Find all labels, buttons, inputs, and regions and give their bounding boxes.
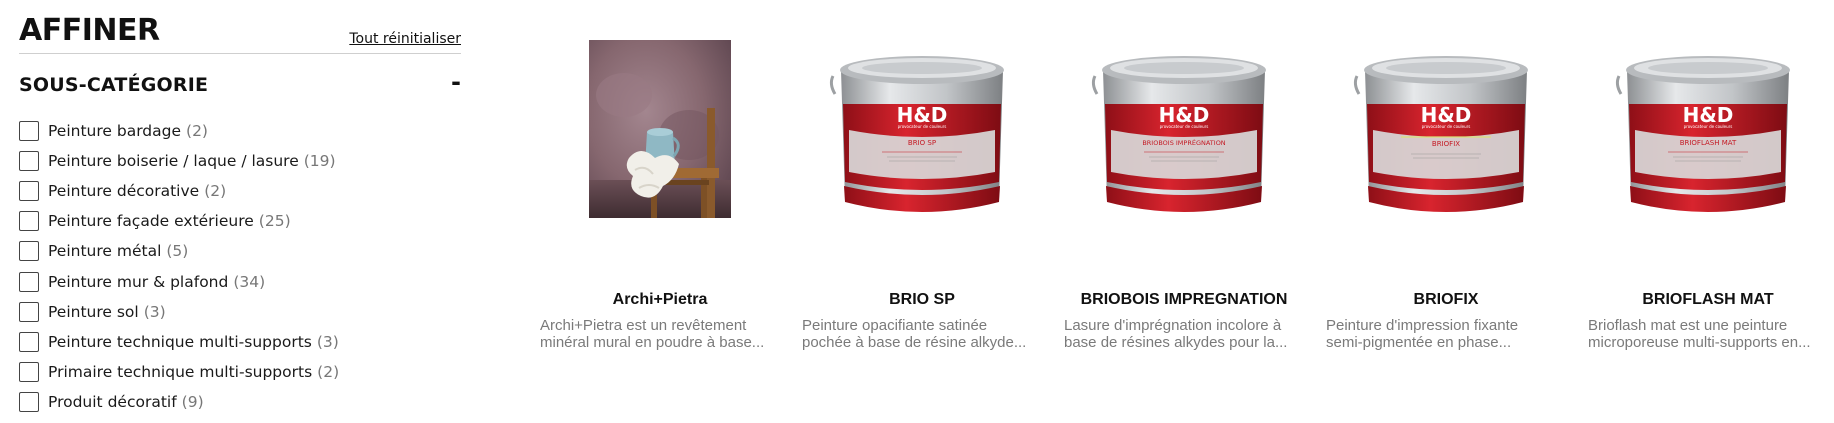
paint-bucket-icon: H&D provocateur de couleurs BRIOBOIS IMP… <box>1091 56 1266 212</box>
filter-item-peinture-sol[interactable]: Peinture sol (3) <box>19 297 339 327</box>
filter-checkbox[interactable] <box>19 241 39 262</box>
filter-label: Peinture métal <box>48 242 162 261</box>
filter-count: (19) <box>303 152 336 171</box>
product-card[interactable]: Archi+Pietra Archi+Pietra est un revêtem… <box>540 0 780 423</box>
filter-label: Peinture décorative <box>48 182 200 201</box>
brand-tagline: provocateur de couleurs <box>1684 124 1733 129</box>
paint-bucket-icon: H&D provocateur de couleurs BRIOFLASH MA… <box>1615 56 1790 212</box>
filter-item-peinture-bardage[interactable]: Peinture bardage (2) <box>19 116 339 146</box>
product-description-line: Archi+Pietra est un revêtement <box>540 317 747 334</box>
refine-sidebar: AFFINER Tout réinitialiser SOUS-CATÉGORI… <box>19 0 461 412</box>
filter-label: Peinture bardage <box>48 122 182 141</box>
product-description-line: Peinture d'impression fixante <box>1326 317 1519 334</box>
filter-label: Primaire technique multi-supports <box>48 362 313 381</box>
filter-count: (25) <box>258 212 291 231</box>
product-description-line: Peinture opacifiante satinée <box>802 317 988 334</box>
can-label: BRIOFLASH MAT <box>1680 139 1737 147</box>
filter-label: Peinture sol <box>48 302 139 321</box>
subcategory-filter-list: Peinture bardage (2) Peinture boiserie /… <box>19 116 339 417</box>
filter-item-produit-decoratif[interactable]: Produit décoratif (9) <box>19 387 339 417</box>
product-description-line: semi-pigmentée en phase... <box>1326 334 1512 351</box>
filter-checkbox[interactable] <box>19 301 39 322</box>
filter-count: (5) <box>166 242 189 261</box>
subcategory-title: SOUS-CATÉGORIE <box>19 74 209 96</box>
product-image[interactable]: H&D provocateur de couleurs BRIOBOIS IMP… <box>1064 40 1304 230</box>
product-image[interactable]: H&D provocateur de couleurs BRIOFIX <box>1326 40 1566 230</box>
filter-label: Peinture technique multi-supports <box>48 332 312 351</box>
paint-bucket-icon: H&D provocateur de couleurs BRIO SP <box>829 56 1004 212</box>
reset-filters-link[interactable]: Tout réinitialiser <box>349 31 461 47</box>
can-label: BRIO SP <box>908 139 936 147</box>
filter-item-peinture-facade[interactable]: Peinture façade extérieure (25) <box>19 206 339 236</box>
filter-count: (34) <box>233 272 266 291</box>
filter-item-primaire-technique[interactable]: Primaire technique multi-supports (2) <box>19 357 339 387</box>
refine-header: AFFINER Tout réinitialiser <box>19 0 461 54</box>
product-grid: Archi+Pietra Archi+Pietra est un revêtem… <box>540 0 1834 423</box>
product-image[interactable]: H&D provocateur de couleurs BRIOFLASH MA… <box>1588 40 1828 230</box>
product-image[interactable] <box>540 40 780 230</box>
filter-checkbox[interactable] <box>19 151 39 172</box>
product-image[interactable]: H&D provocateur de couleurs BRIO SP <box>802 40 1042 230</box>
product-description-line: pochée à base de résine alkyde... <box>802 334 1027 351</box>
filter-item-peinture-metal[interactable]: Peinture métal (5) <box>19 236 339 266</box>
product-name[interactable]: BRIOBOIS IMPREGNATION <box>1064 291 1304 309</box>
filter-checkbox[interactable] <box>19 211 39 232</box>
filter-count: (2) <box>186 122 208 141</box>
refine-title: AFFINER <box>19 13 160 48</box>
filter-item-peinture-mur-plafond[interactable]: Peinture mur & plafond (34) <box>19 266 339 296</box>
filter-checkbox[interactable] <box>19 121 39 142</box>
filter-checkbox[interactable] <box>19 181 39 202</box>
filter-checkbox[interactable] <box>19 391 39 412</box>
filter-count: (9) <box>181 392 204 411</box>
product-name[interactable]: BRIOFIX <box>1326 291 1566 309</box>
filter-label: Peinture boiserie / laque / lasure <box>48 152 299 171</box>
product-name[interactable]: Archi+Pietra <box>540 291 780 309</box>
product-name[interactable]: BRIO SP <box>802 291 1042 309</box>
product-description: Peinture opacifiante satinée pochée à ba… <box>802 317 1042 351</box>
decorative-wall-photo <box>589 40 731 218</box>
brand-tagline: provocateur de couleurs <box>1160 124 1209 129</box>
product-card[interactable]: H&D provocateur de couleurs BRIOFIX BRIO… <box>1326 0 1566 423</box>
filter-item-peinture-decorative[interactable]: Peinture décorative (2) <box>19 176 339 206</box>
filter-item-peinture-boiserie[interactable]: Peinture boiserie / laque / lasure (19) <box>19 146 339 176</box>
product-name[interactable]: BRIOFLASH MAT <box>1588 291 1828 309</box>
product-description: Peinture d'impression fixante semi-pigme… <box>1326 317 1566 351</box>
product-card[interactable]: H&D provocateur de couleurs BRIOFLASH MA… <box>1588 0 1828 423</box>
filter-checkbox[interactable] <box>19 271 39 292</box>
product-description-line: Brioflash mat est une peinture <box>1588 317 1788 334</box>
paint-bucket-icon: H&D provocateur de couleurs BRIOFIX <box>1353 56 1528 212</box>
filter-count: (2) <box>317 362 340 381</box>
filter-checkbox[interactable] <box>19 331 39 352</box>
product-card[interactable]: H&D provocateur de couleurs BRIOBOIS IMP… <box>1064 0 1304 423</box>
can-label: BRIOFIX <box>1432 140 1460 148</box>
filter-label: Peinture façade extérieure <box>48 212 254 231</box>
filter-count: (3) <box>143 302 166 321</box>
brand-tagline: provocateur de couleurs <box>1422 124 1471 129</box>
filter-label: Peinture mur & plafond <box>48 272 229 291</box>
product-card[interactable]: H&D provocateur de couleurs BRIO SP BRIO… <box>802 0 1042 423</box>
filter-count: (3) <box>316 332 339 351</box>
product-description: Brioflash mat est une peinture micropore… <box>1588 317 1828 351</box>
filter-count: (2) <box>204 182 227 201</box>
product-description-line: Lasure d'imprégnation incolore à <box>1064 317 1282 334</box>
filter-checkbox[interactable] <box>19 361 39 382</box>
product-description-line: minéral mural en poudre à base... <box>540 334 765 351</box>
product-description-line: microporeuse multi-supports en... <box>1588 334 1811 351</box>
filter-item-peinture-technique[interactable]: Peinture technique multi-supports (3) <box>19 327 339 357</box>
can-label: BRIOBOIS IMPRÉGNATION <box>1142 138 1225 147</box>
product-description: Lasure d'imprégnation incolore à base de… <box>1064 317 1304 351</box>
product-description-line: base de résines alkydes pour la... <box>1064 334 1288 351</box>
brand-tagline: provocateur de couleurs <box>898 124 947 129</box>
collapse-toggle-icon[interactable]: - <box>441 68 461 96</box>
filter-label: Produit décoratif <box>48 392 177 411</box>
product-description: Archi+Pietra est un revêtement minéral m… <box>540 317 780 351</box>
